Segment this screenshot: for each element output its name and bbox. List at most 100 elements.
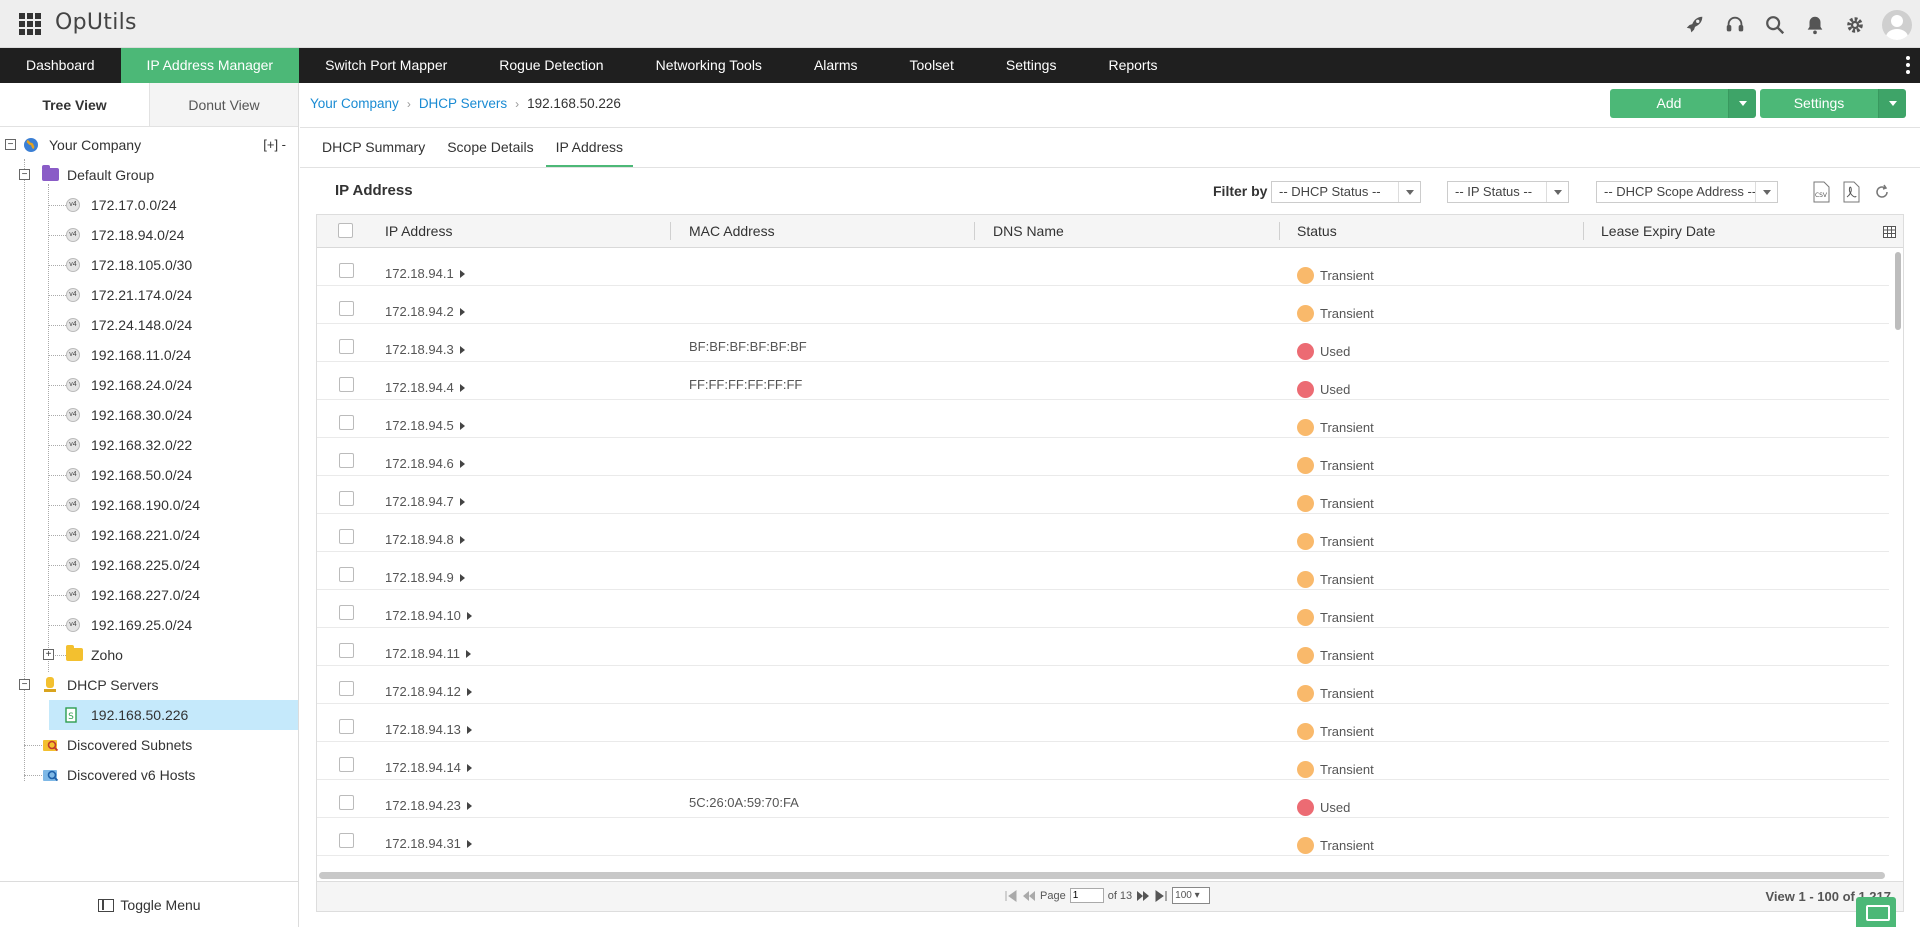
tree-node-subnet[interactable]: v4 172.18.105.0/30 (0, 250, 298, 280)
csv-icon[interactable]: CSV (1811, 181, 1831, 203)
tree-node-discovered-v6[interactable]: Discovered v6 Hosts (0, 760, 298, 790)
tree-node-dhcp-servers[interactable]: − DHCP Servers (0, 670, 298, 700)
caret-right-icon[interactable] (459, 460, 465, 468)
table-row[interactable]: 172.18.94.13 Transient (317, 704, 1889, 742)
tree-node-subnet[interactable]: v4 192.168.11.0/24 (0, 340, 298, 370)
pdf-icon[interactable] (1841, 181, 1861, 203)
collapse-icon[interactable]: − (19, 679, 30, 690)
tree-node-default-group[interactable]: − Default Group (0, 160, 298, 190)
caret-right-icon[interactable] (459, 574, 465, 582)
table-row[interactable]: 172.18.94.10 Transient (317, 590, 1889, 628)
nav-settings[interactable]: Settings (980, 48, 1083, 83)
tree-node-subnet[interactable]: v4 192.168.225.0/24 (0, 550, 298, 580)
col-status[interactable]: Status (1297, 215, 1337, 247)
col-mac-address[interactable]: MAC Address (689, 215, 775, 247)
tree-node-subnet[interactable]: v4 172.18.94.0/24 (0, 220, 298, 250)
checkbox[interactable] (338, 223, 353, 238)
headset-icon[interactable] (1722, 12, 1748, 38)
settings-button[interactable]: Settings (1760, 89, 1878, 118)
table-row[interactable]: 172.18.94.3 BF:BF:BF:BF:BF:BF Used (317, 324, 1889, 362)
caret-right-icon[interactable] (459, 346, 465, 354)
nav-alarms[interactable]: Alarms (788, 48, 884, 83)
caret-right-icon[interactable] (466, 688, 472, 696)
caret-right-icon[interactable] (459, 536, 465, 544)
caret-right-icon[interactable] (459, 308, 465, 316)
table-row[interactable]: 172.18.94.6 Transient (317, 438, 1889, 476)
table-row[interactable]: 172.18.94.12 Transient (317, 666, 1889, 704)
prev-page-icon[interactable] (1022, 890, 1036, 902)
add-button[interactable]: Add (1610, 89, 1728, 118)
caret-right-icon[interactable] (459, 422, 465, 430)
chat-icon[interactable] (1856, 897, 1896, 927)
tree-node-subnet[interactable]: v4 192.168.30.0/24 (0, 400, 298, 430)
tree-node-discovered-subnets[interactable]: Discovered Subnets (0, 730, 298, 760)
row-checkbox[interactable] (339, 263, 354, 278)
toggle-menu-button[interactable]: Toggle Menu (0, 883, 299, 927)
nav-reports[interactable]: Reports (1082, 48, 1183, 83)
vertical-scrollbar[interactable] (1895, 252, 1901, 330)
row-checkbox[interactable] (339, 453, 354, 468)
row-checkbox[interactable] (339, 491, 354, 506)
table-row[interactable]: 172.18.94.2 Transient (317, 286, 1889, 324)
nav-dashboard[interactable]: Dashboard (0, 48, 121, 83)
collapse-icon[interactable]: − (5, 139, 16, 150)
tree-node-subnet[interactable]: v4 172.24.148.0/24 (0, 310, 298, 340)
more-menu-icon[interactable] (1906, 56, 1910, 74)
caret-right-icon[interactable] (466, 840, 472, 848)
caret-right-icon[interactable] (459, 498, 465, 506)
grid-icon[interactable] (19, 13, 41, 35)
ip-status-filter[interactable]: -- IP Status -- (1447, 181, 1569, 203)
table-row[interactable]: 172.18.94.9 Transient (317, 552, 1889, 590)
table-row[interactable]: 172.18.94.11 Transient (317, 628, 1889, 666)
tab-ip-address[interactable]: IP Address (545, 128, 634, 167)
bell-icon[interactable] (1802, 12, 1828, 38)
page-input[interactable] (1069, 888, 1104, 903)
table-row[interactable]: 172.18.94.1 Transient (317, 248, 1889, 286)
tree-node-subnet[interactable]: v4 192.168.190.0/24 (0, 490, 298, 520)
settings-dropdown-icon[interactable] (1878, 89, 1906, 118)
tree-node-subnet[interactable]: v4 192.168.50.0/24 (0, 460, 298, 490)
tree-node-subnet[interactable]: v4 192.169.25.0/24 (0, 610, 298, 640)
row-checkbox[interactable] (339, 643, 354, 658)
col-lease-expiry[interactable]: Lease Expiry Date (1601, 215, 1715, 247)
nav-toolset[interactable]: Toolset (884, 48, 980, 83)
tree-node-subnet[interactable]: v4 172.21.174.0/24 (0, 280, 298, 310)
collapse-icon[interactable]: − (19, 169, 30, 180)
row-checkbox[interactable] (339, 415, 354, 430)
table-row[interactable]: 172.18.94.31 Transient (317, 818, 1889, 856)
breadcrumb-company[interactable]: Your Company (310, 96, 399, 111)
nav-ip-address-manager[interactable]: IP Address Manager (120, 48, 300, 83)
row-checkbox[interactable] (339, 795, 354, 810)
caret-right-icon[interactable] (466, 764, 472, 772)
tree-node-subnet[interactable]: v4 192.168.221.0/24 (0, 520, 298, 550)
col-ip-address[interactable]: IP Address (385, 215, 452, 247)
breadcrumb-dhcp-servers[interactable]: DHCP Servers (419, 96, 507, 111)
row-checkbox[interactable] (339, 567, 354, 582)
search-icon[interactable] (1762, 12, 1788, 38)
table-row[interactable]: 172.18.94.23 5C:26:0A:59:70:FA Used (317, 780, 1889, 818)
next-page-icon[interactable] (1136, 890, 1150, 902)
col-dns-name[interactable]: DNS Name (993, 215, 1064, 247)
first-page-icon[interactable] (1004, 889, 1018, 902)
tab-scope-details[interactable]: Scope Details (437, 128, 543, 167)
tree-node-subnet[interactable]: v4 172.17.0.0/24 (0, 190, 298, 220)
tree-node-subnet[interactable]: v4 192.168.24.0/24 (0, 370, 298, 400)
caret-right-icon[interactable] (459, 384, 465, 392)
nav-rogue-detection[interactable]: Rogue Detection (473, 48, 629, 83)
tab-dhcp-summary[interactable]: DHCP Summary (312, 128, 435, 167)
column-chooser-icon[interactable] (1883, 226, 1896, 238)
tree-node-root[interactable]: − Your Company [+] - (0, 130, 298, 160)
caret-right-icon[interactable] (466, 612, 472, 620)
table-row[interactable]: 172.18.94.14 Transient (317, 742, 1889, 780)
nav-networking-tools[interactable]: Networking Tools (630, 48, 788, 83)
refresh-icon[interactable] (1872, 181, 1892, 203)
caret-right-icon[interactable] (466, 726, 472, 734)
caret-right-icon[interactable] (459, 270, 465, 278)
caret-right-icon[interactable] (465, 650, 471, 658)
expand-collapse-controls[interactable]: [+] - (263, 130, 286, 160)
row-checkbox[interactable] (339, 605, 354, 620)
table-row[interactable]: 172.18.94.8 Transient (317, 514, 1889, 552)
horizontal-scrollbar[interactable] (319, 872, 1885, 879)
row-checkbox[interactable] (339, 339, 354, 354)
gear-icon[interactable] (1842, 12, 1868, 38)
